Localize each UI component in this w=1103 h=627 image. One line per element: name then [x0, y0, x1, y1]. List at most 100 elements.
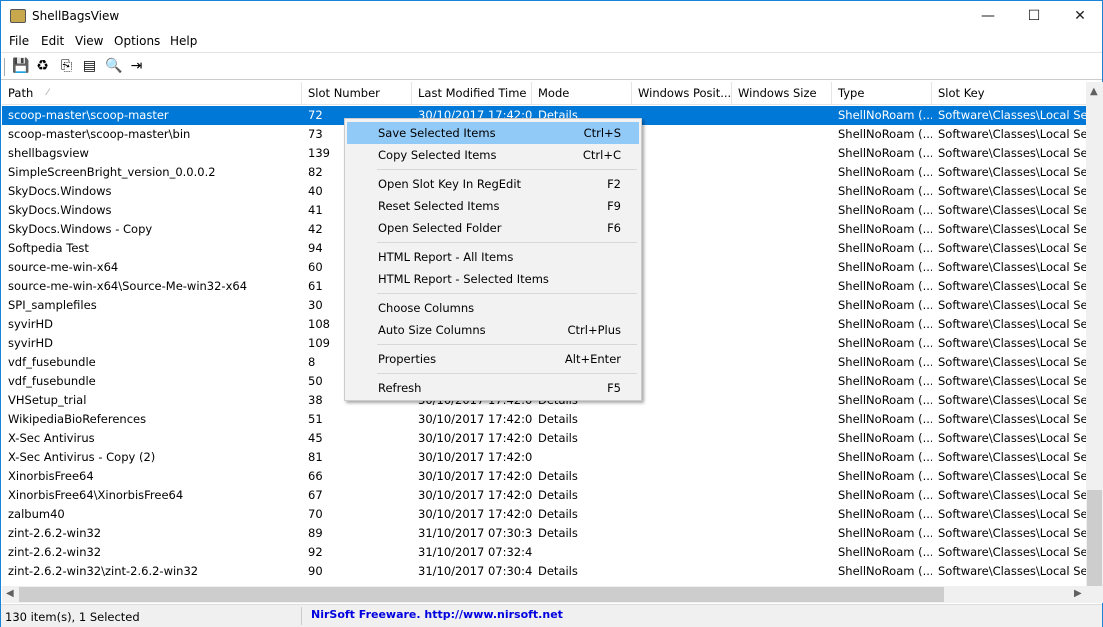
cell-6: ShellNoRoam (...	[838, 146, 932, 160]
menu-help[interactable]: Help	[170, 34, 197, 48]
horizontal-scrollbar[interactable]: ◀ ▶	[2, 586, 1103, 603]
menu-item-label: Refresh	[378, 381, 422, 395]
toolbar-grip	[4, 58, 6, 76]
column-header-last-modified-time[interactable]: Last Modified Time	[412, 82, 532, 105]
cell-6: ShellNoRoam (...	[838, 241, 932, 255]
table-row[interactable]: WikipediaBioReferences 51 30/10/2017 17:42…	[2, 410, 1086, 429]
menu-item-label: HTML Report - All Items	[378, 250, 514, 264]
cell-0: syvirHD	[8, 336, 54, 350]
scroll-left-icon[interactable]: ◀	[6, 588, 14, 599]
exit-icon-button[interactable]: ⇥	[128, 58, 145, 75]
context-item-open-slot-key-in-regedit[interactable]: Open Slot Key In RegEdit F2	[347, 173, 639, 195]
cell-0: scoop-master\scoop-master	[8, 108, 169, 122]
context-item-reset-selected-items[interactable]: Reset Selected Items F9	[347, 195, 639, 217]
menu-file[interactable]: File	[9, 34, 29, 48]
vertical-scroll-thumb[interactable]	[1087, 490, 1102, 586]
cell-2: 31/10/2017 07:32:49	[418, 545, 532, 559]
table-row[interactable]: XinorbisFree64 66 30/10/2017 17:42:05 Detai…	[2, 467, 1086, 486]
cell-2: 30/10/2017 17:42:05	[418, 431, 532, 445]
table-row[interactable]: zint-2.6.2-win32 92 31/10/2017 07:32:49 She…	[2, 543, 1086, 562]
list-header: Path ⁄ Slot Number Last Modified Time Mode Wi…	[2, 82, 1086, 105]
cell-0: zint-2.6.2-win32\zint-2.6.2-win32	[8, 564, 199, 578]
horizontal-scroll-thumb[interactable]	[19, 587, 944, 602]
context-menu: Save Selected Items Ctrl+S Copy Selected I…	[344, 118, 642, 401]
scroll-up-icon[interactable]: ▲	[1090, 86, 1098, 97]
context-item-choose-columns[interactable]: Choose Columns	[347, 297, 639, 319]
table-row[interactable]: zint-2.6.2-win32\zint-2.6.2-win32 90 31/10…	[2, 562, 1086, 581]
menu-view[interactable]: View	[75, 34, 103, 48]
cell-7: Software\Classes\Local Sett	[938, 184, 1086, 198]
properties-icon-button[interactable]: ▤	[81, 58, 98, 75]
cell-6: ShellNoRoam (...	[838, 564, 932, 578]
refresh-icon-button[interactable]: ♻	[34, 58, 51, 75]
cell-7: Software\Classes\Local Sett	[938, 317, 1086, 331]
column-label: Slot Key	[938, 86, 985, 100]
context-item-auto-size-columns[interactable]: Auto Size Columns Ctrl+Plus	[347, 319, 639, 341]
table-row[interactable]: zint-2.6.2-win32 89 31/10/2017 07:30:35 Det…	[2, 524, 1086, 543]
sort-ascending-icon: ⁄	[47, 88, 49, 98]
table-row[interactable]: XinorbisFree64\XinorbisFree64 67 30/10/201…	[2, 486, 1086, 505]
column-header-path[interactable]: Path ⁄	[2, 82, 302, 105]
close-button[interactable]: ✕	[1057, 1, 1103, 32]
cell-7: Software\Classes\Local Sett	[938, 393, 1086, 407]
find-icon-button[interactable]: 🔍	[105, 58, 122, 75]
menu-edit[interactable]: Edit	[41, 34, 64, 48]
cell-0: XinorbisFree64	[8, 469, 94, 483]
cell-7: Software\Classes\Local Sett	[938, 127, 1086, 141]
column-header-slot-key[interactable]: Slot Key	[932, 82, 1086, 105]
table-row[interactable]: zalbum40 70 30/10/2017 17:42:05 Details Shel…	[2, 505, 1086, 524]
cell-1: 90	[308, 564, 323, 578]
cell-0: SkyDocs.Windows	[8, 184, 112, 198]
cell-7: Software\Classes\Local Sett	[938, 374, 1086, 388]
cell-3: Details	[538, 526, 578, 540]
menu-item-shortcut: Ctrl+C	[582, 148, 621, 162]
cell-7: Software\Classes\Local Sett	[938, 146, 1086, 160]
column-header-mode[interactable]: Mode	[532, 82, 632, 105]
table-row[interactable]: X-Sec Antivirus - Copy (2) 81 30/10/2017 1…	[2, 448, 1086, 467]
cell-3: Details	[538, 431, 578, 445]
menu-separator	[377, 293, 637, 294]
cell-2: 31/10/2017 07:30:43	[418, 564, 532, 578]
context-item-properties[interactable]: Properties Alt+Enter	[347, 348, 639, 370]
scroll-right-icon[interactable]: ▶	[1074, 588, 1082, 599]
cell-0: vdf_fusebundle	[8, 355, 96, 369]
column-header-windows-posit[interactable]: Windows Posit...	[632, 82, 732, 105]
cell-0: XinorbisFree64\XinorbisFree64	[8, 488, 184, 502]
cell-6: ShellNoRoam (...	[838, 507, 932, 521]
cell-0: scoop-master\scoop-master\bin	[8, 127, 191, 141]
cell-3: Details	[538, 507, 578, 521]
cell-7: Software\Classes\Local Sett	[938, 222, 1086, 236]
cell-1: 51	[308, 412, 323, 426]
menu-item-label: Copy Selected Items	[378, 148, 497, 162]
cell-3: Details	[538, 488, 578, 502]
cell-0: Softpedia Test	[8, 241, 89, 255]
cell-6: ShellNoRoam (...	[838, 374, 932, 388]
cell-2: 31/10/2017 07:30:35	[418, 526, 532, 540]
menu-options[interactable]: Options	[114, 34, 160, 48]
cell-2: 30/10/2017 17:42:05	[418, 469, 532, 483]
maximize-button[interactable]: ☐	[1011, 1, 1057, 32]
nirsoft-link[interactable]: NirSoft Freeware. http://www.nirsoft.net	[311, 608, 563, 621]
column-label: Last Modified Time	[418, 86, 527, 100]
minimize-button[interactable]: —	[965, 1, 1011, 32]
column-header-windows-size[interactable]: Windows Size	[732, 82, 832, 105]
item-count: 130 item(s), 1 Selected	[5, 610, 140, 624]
save-icon-button[interactable]: 💾	[12, 58, 29, 75]
cell-7: Software\Classes\Local Sett	[938, 298, 1086, 312]
app-icon	[10, 9, 26, 23]
context-item-save-selected-items[interactable]: Save Selected Items Ctrl+S	[347, 122, 639, 144]
context-item-html-report-selected-items[interactable]: HTML Report - Selected Items	[347, 268, 639, 290]
context-item-copy-selected-items[interactable]: Copy Selected Items Ctrl+C	[347, 144, 639, 166]
menu-item-shortcut: Ctrl+Plus	[567, 323, 621, 337]
cell-0: SkyDocs.Windows - Copy	[8, 222, 153, 236]
vertical-scrollbar[interactable]: ▲	[1086, 82, 1103, 586]
context-item-html-report-all-items[interactable]: HTML Report - All Items	[347, 246, 639, 268]
column-header-type[interactable]: Type	[832, 82, 932, 105]
copy-icon-button[interactable]: ⎘	[58, 58, 75, 75]
context-item-refresh[interactable]: Refresh F5	[347, 377, 639, 399]
context-item-open-selected-folder[interactable]: Open Selected Folder F6	[347, 217, 639, 239]
column-header-slot-number[interactable]: Slot Number	[302, 82, 412, 105]
cell-3: Details	[538, 412, 578, 426]
cell-7: Software\Classes\Local Sett	[938, 336, 1086, 350]
table-row[interactable]: X-Sec Antivirus 45 30/10/2017 17:42:05 Deta…	[2, 429, 1086, 448]
